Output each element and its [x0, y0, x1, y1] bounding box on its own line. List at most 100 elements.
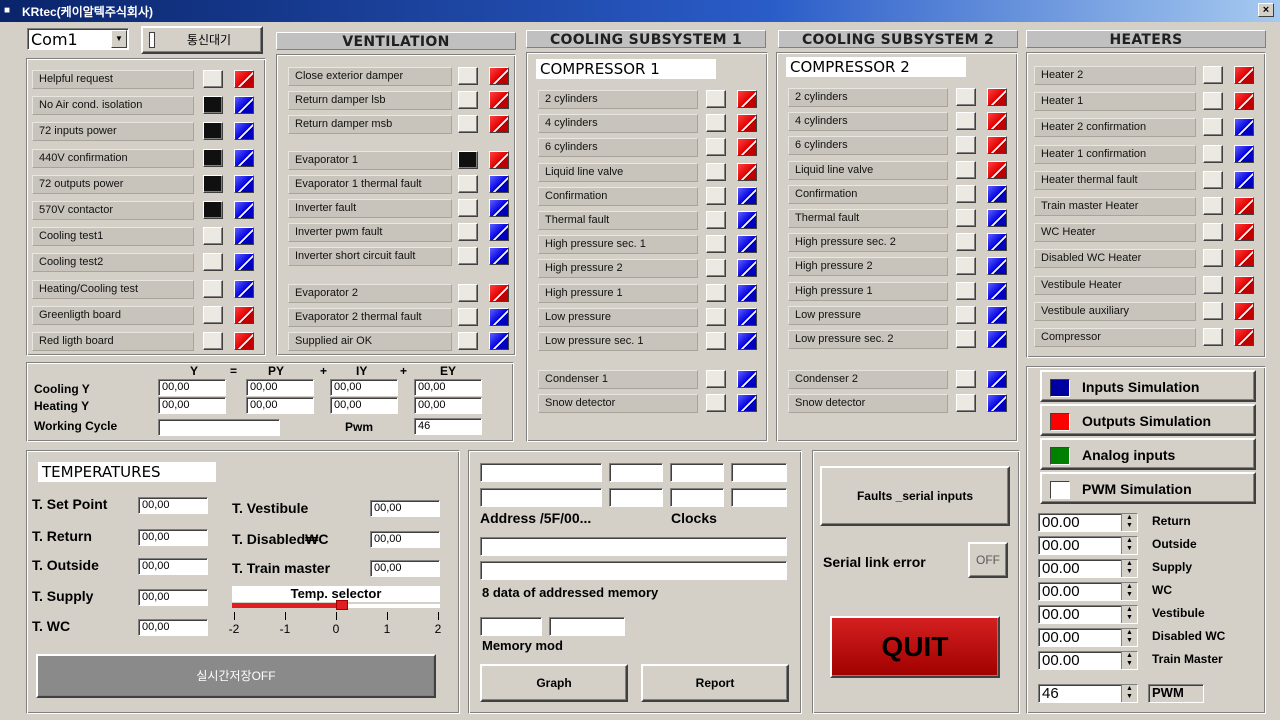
temp-field[interactable]: 00,00 [138, 619, 208, 636]
state-box[interactable] [706, 332, 726, 350]
chevron-down-icon[interactable]: ▼ [111, 30, 127, 48]
state-box[interactable] [458, 91, 478, 109]
blue-indicator-icon[interactable] [489, 308, 509, 326]
state-box[interactable] [706, 138, 726, 157]
blue-indicator-icon[interactable] [987, 305, 1007, 324]
red-indicator-icon[interactable] [1234, 301, 1254, 320]
state-box[interactable] [706, 235, 726, 254]
blue-indicator-icon[interactable] [489, 247, 509, 265]
memory-mod-field-2[interactable] [549, 617, 625, 636]
blue-indicator-icon[interactable] [737, 283, 757, 302]
blue-indicator-icon[interactable] [987, 394, 1007, 412]
state-box[interactable] [706, 394, 726, 412]
blue-indicator-icon[interactable] [987, 281, 1007, 300]
memory-data-field-2[interactable] [480, 561, 787, 580]
faults-serial-inputs-button[interactable]: Faults _serial inputs [820, 466, 1010, 526]
simulation-button[interactable]: Analog inputs [1040, 438, 1256, 470]
spin-arrows-icon[interactable]: ▲ ▼ [1121, 537, 1137, 554]
analog-spinbox[interactable]: 00.00 ▲ ▼ [1038, 651, 1138, 670]
blue-indicator-icon[interactable] [987, 330, 1007, 348]
temp-field[interactable]: 00,00 [138, 497, 208, 514]
red-indicator-icon[interactable] [1234, 92, 1254, 111]
pwm-spinbox[interactable]: 46 ▲ ▼ [1038, 684, 1138, 703]
heating-y-field[interactable]: 00,00 [246, 397, 314, 414]
temp-field[interactable]: 00,00 [370, 560, 440, 577]
state-box[interactable] [706, 283, 726, 302]
analog-spinbox[interactable]: 00.00 ▲ ▼ [1038, 559, 1138, 578]
blue-indicator-icon[interactable] [489, 175, 509, 193]
state-box[interactable] [1203, 275, 1223, 294]
address-field[interactable] [731, 463, 787, 482]
blue-indicator-icon[interactable] [234, 174, 254, 193]
state-box[interactable] [706, 114, 726, 133]
state-box[interactable] [458, 67, 478, 85]
state-box[interactable] [203, 70, 223, 88]
blue-indicator-icon[interactable] [737, 370, 757, 388]
cooling-y-field[interactable]: 00,00 [158, 379, 226, 396]
state-box[interactable] [458, 332, 478, 350]
spin-arrows-icon[interactable]: ▲ ▼ [1121, 606, 1137, 623]
state-box[interactable] [956, 136, 976, 155]
red-indicator-icon[interactable] [234, 305, 254, 324]
state-box[interactable] [956, 112, 976, 131]
red-indicator-icon[interactable] [234, 70, 254, 88]
state-box[interactable] [956, 233, 976, 252]
blue-indicator-icon[interactable] [234, 148, 254, 167]
state-box[interactable] [706, 186, 726, 205]
state-box[interactable] [1203, 92, 1223, 111]
state-box[interactable] [203, 201, 223, 219]
state-box[interactable] [706, 307, 726, 326]
address-field[interactable] [609, 488, 663, 507]
blue-indicator-icon[interactable] [489, 332, 509, 350]
red-indicator-icon[interactable] [987, 160, 1007, 179]
state-box[interactable] [458, 284, 478, 302]
state-box[interactable] [706, 162, 726, 181]
red-indicator-icon[interactable] [737, 114, 757, 133]
blue-indicator-icon[interactable] [737, 394, 757, 412]
state-box[interactable] [956, 184, 976, 203]
blue-indicator-icon[interactable] [737, 307, 757, 326]
red-indicator-icon[interactable] [737, 138, 757, 157]
state-box[interactable] [203, 279, 223, 298]
state-box[interactable] [203, 174, 223, 193]
state-box[interactable] [203, 253, 223, 272]
address-field[interactable] [670, 488, 724, 507]
state-box[interactable] [458, 223, 478, 241]
temp-selector[interactable]: Temp. selector -2 -1 0 1 2 [229, 586, 441, 640]
state-box[interactable] [706, 370, 726, 388]
address-field[interactable] [609, 463, 663, 482]
state-box[interactable] [1203, 118, 1223, 137]
heating-y-field[interactable]: 00,00 [414, 397, 482, 414]
state-box[interactable] [203, 148, 223, 167]
red-indicator-icon[interactable] [489, 284, 509, 302]
serial-link-error-toggle[interactable]: OFF [968, 542, 1008, 578]
state-box[interactable] [956, 370, 976, 388]
blue-indicator-icon[interactable] [987, 370, 1007, 388]
state-box[interactable] [458, 175, 478, 193]
red-indicator-icon[interactable] [489, 91, 509, 109]
state-box[interactable] [956, 209, 976, 227]
red-indicator-icon[interactable] [737, 162, 757, 181]
state-box[interactable] [458, 308, 478, 326]
red-indicator-icon[interactable] [1234, 197, 1254, 215]
blue-indicator-icon[interactable] [234, 227, 254, 246]
red-indicator-icon[interactable] [234, 332, 254, 350]
comm-wait-button[interactable]: 통신대기 [141, 26, 263, 54]
temp-field[interactable]: 00,00 [370, 531, 440, 548]
port-select[interactable]: Com1 ▼ [27, 28, 129, 50]
red-indicator-icon[interactable] [1234, 275, 1254, 294]
address-field[interactable] [480, 463, 602, 482]
state-box[interactable] [1203, 328, 1223, 346]
working-cycle-field[interactable] [158, 419, 280, 436]
state-box[interactable] [1203, 66, 1223, 84]
red-indicator-icon[interactable] [489, 67, 509, 85]
state-box[interactable] [458, 115, 478, 133]
state-box[interactable] [956, 88, 976, 106]
analog-spinbox[interactable]: 00.00 ▲ ▼ [1038, 605, 1138, 624]
red-indicator-icon[interactable] [1234, 223, 1254, 242]
address-field[interactable] [670, 463, 724, 482]
state-box[interactable] [956, 394, 976, 412]
memory-data-field-1[interactable] [480, 537, 787, 556]
spin-arrows-icon[interactable]: ▲ ▼ [1121, 514, 1137, 531]
blue-indicator-icon[interactable] [234, 96, 254, 115]
